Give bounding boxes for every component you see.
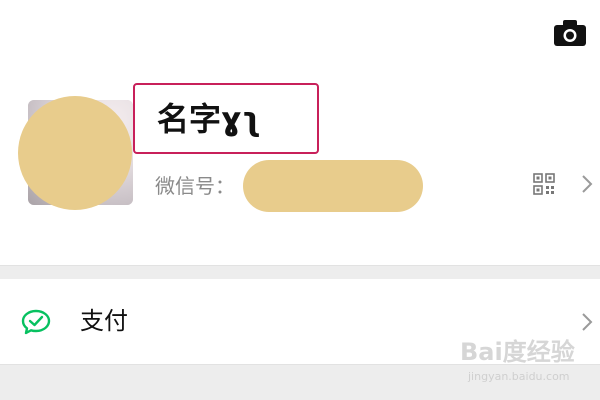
section-divider [0,265,600,279]
watermark-brand: Bai度经验 [460,338,575,366]
wechat-id-mask [243,160,423,212]
chevron-right-icon[interactable] [580,173,594,195]
avatar-mask [18,96,132,210]
watermark-url: jingyan.baidu.com [468,370,570,383]
name-highlight-box: 名字ɣʅ [133,83,319,154]
qr-code-icon[interactable] [532,172,556,196]
baidu-jingyan-watermark: Bai度经验 jingyan.baidu.com [460,332,590,392]
wechat-id-row[interactable]: 微信号： [155,166,235,206]
chevron-right-icon [582,313,593,331]
pay-icon [21,309,51,335]
camera-icon[interactable] [552,18,588,48]
profile-name[interactable]: 名字ɣʅ [157,99,261,139]
menu-item-pay-label: 支付 [80,307,128,335]
wechat-id-label: 微信号： [155,174,235,198]
